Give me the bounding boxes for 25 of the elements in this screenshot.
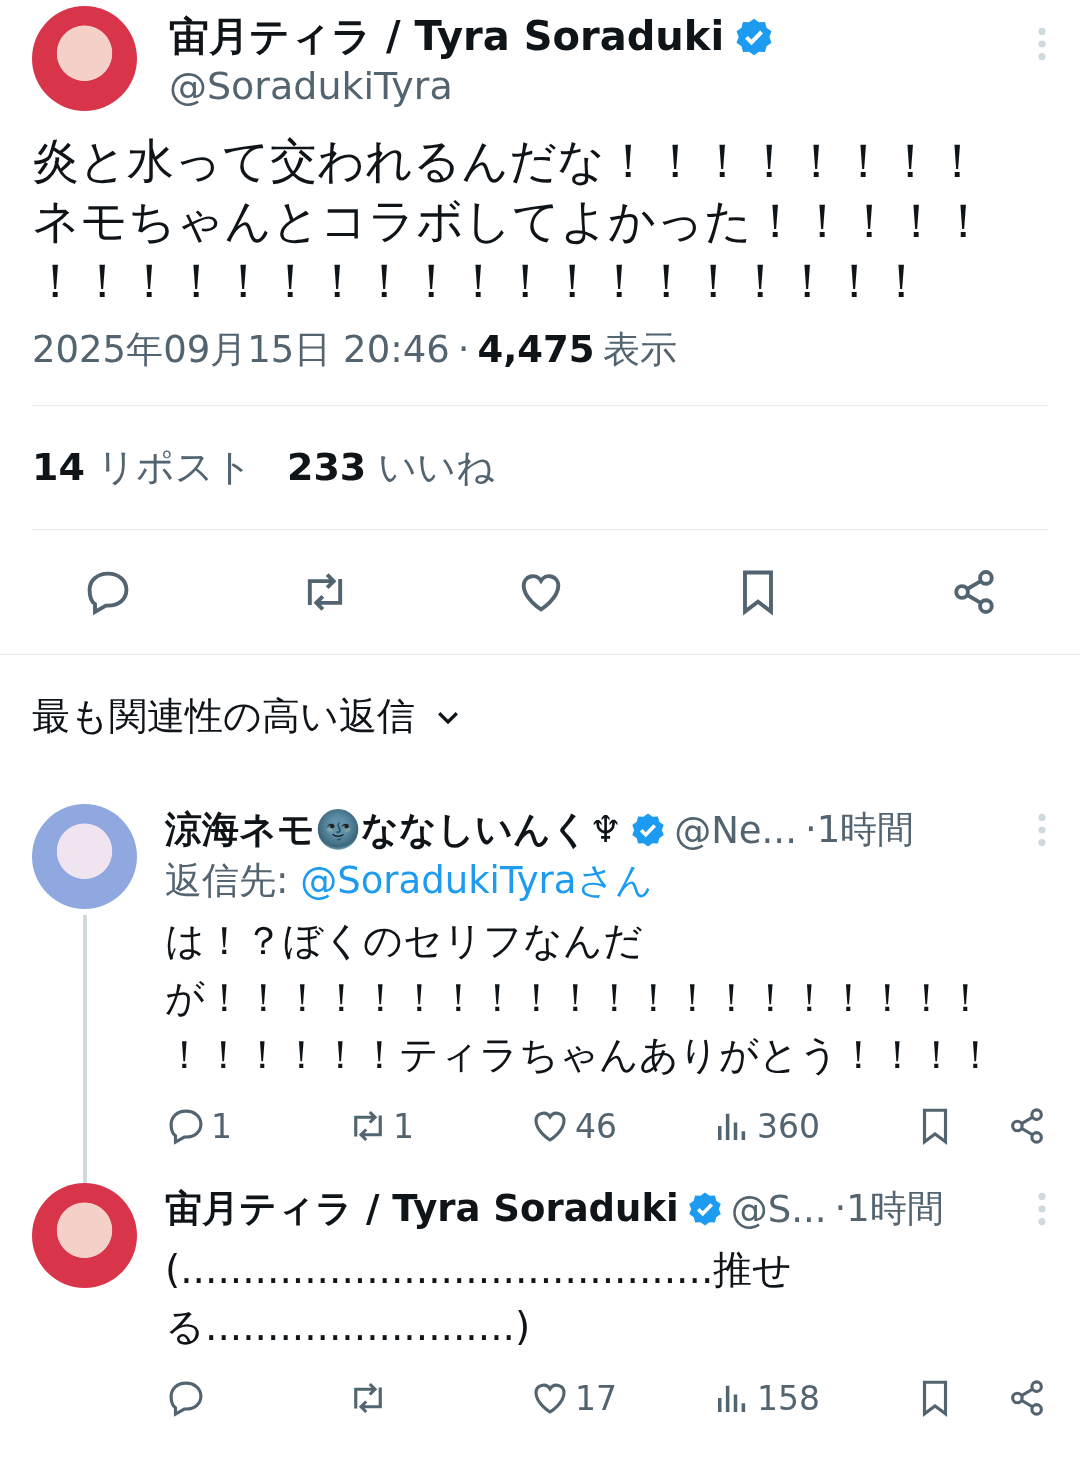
stat-link[interactable]: 233 いいね	[287, 442, 496, 493]
author-name[interactable]: 涼海ネモ🌚ななしいんく♆	[165, 805, 623, 855]
stat-link[interactable]: 14 リポスト	[32, 442, 253, 493]
author-name[interactable]: 宙月ティラ / Tyra Soraduki	[165, 1184, 679, 1234]
post-timestamp[interactable]: 2025年09月15日 20:46	[32, 325, 450, 375]
reply-text: は！？ぼくのセリフなんだ が！！！！！！！！！！！！！！！！！！！！ ！！！！！！ティラちゃんありがとう！！！！	[165, 917, 996, 1079]
author-handle[interactable]: @SoradukiTyra	[169, 64, 1004, 108]
repost-count: 1	[393, 1106, 414, 1146]
post-time[interactable]: ·1時間	[804, 805, 915, 855]
author-handle[interactable]: @S...	[730, 1187, 827, 1231]
author-handle[interactable]: @Ne...	[674, 808, 797, 852]
separator-dot: ·	[457, 328, 470, 371]
reply-text: (...........................................推せ る.........................)	[165, 1246, 794, 1351]
reply-to-label: 返信先:	[165, 859, 290, 902]
reply-count: 1	[211, 1106, 232, 1146]
view-count: 360	[757, 1106, 820, 1146]
view-label: 表示	[602, 327, 677, 373]
post-text: 炎と水って交われるんだな！！！！！！！！ ネモちゃんとコラボしてよかった！！！！！ ！！！！！！！！！！！！！！！！！！！	[31, 132, 988, 310]
post-time[interactable]: ·1時間	[834, 1184, 944, 1234]
like-count: 17	[575, 1378, 617, 1418]
like-count: 46	[575, 1106, 617, 1146]
author-name[interactable]: 宙月ティラ / Tyra Soraduki	[169, 9, 725, 64]
reply-sort-label[interactable]: 最も関連性の高い返信	[32, 691, 415, 742]
view-count: 4,475	[477, 328, 595, 371]
view-count: 158	[757, 1378, 820, 1418]
